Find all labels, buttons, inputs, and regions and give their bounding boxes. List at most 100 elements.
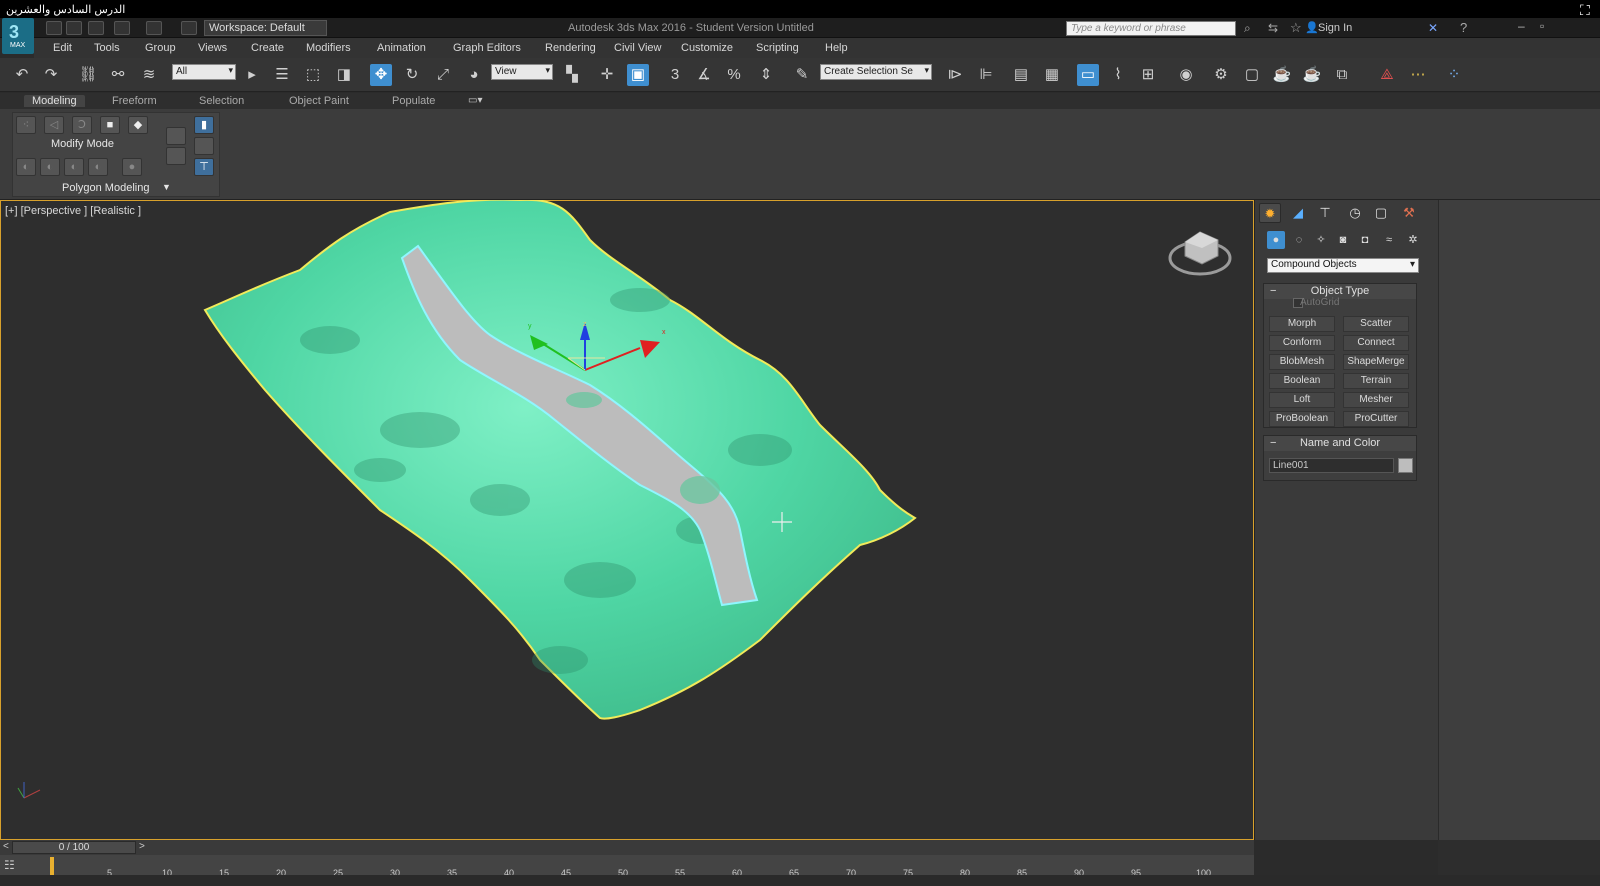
time-slider-prev[interactable]: < bbox=[3, 841, 9, 852]
reference-coordinate-dropdown[interactable]: View bbox=[491, 64, 553, 80]
polygon-modeling-dropdown[interactable]: Polygon Modeling bbox=[62, 182, 149, 194]
edge-icon[interactable]: ◁ bbox=[44, 116, 64, 134]
menu-animation[interactable]: Animation bbox=[377, 42, 426, 54]
modify-mode-toggle-icon[interactable]: ▮ bbox=[194, 116, 214, 134]
menu-scripting[interactable]: Scripting bbox=[756, 42, 799, 54]
element-icon[interactable]: ◆ bbox=[128, 116, 148, 134]
space-warps-category-icon[interactable]: ≈ bbox=[1380, 231, 1398, 249]
utilities-panel-icon[interactable]: ⚒ bbox=[1398, 203, 1420, 223]
select-move-icon[interactable]: ✥ bbox=[370, 64, 392, 86]
helpers-category-icon[interactable]: ◘ bbox=[1356, 231, 1374, 249]
tab-freeform[interactable]: Freeform bbox=[112, 95, 157, 107]
terrain-button[interactable]: Terrain bbox=[1343, 373, 1409, 389]
percent-snap-icon[interactable]: % bbox=[723, 64, 745, 86]
viewport-label[interactable]: [+] [Perspective ] [Realistic ] bbox=[5, 205, 141, 217]
create-panel-icon[interactable]: ✹ bbox=[1259, 203, 1281, 223]
menu-graph-editors[interactable]: Graph Editors bbox=[453, 42, 521, 54]
ribbon-tool-4[interactable]: ◐ bbox=[88, 158, 108, 176]
named-selection-dropdown[interactable]: Create Selection Se bbox=[820, 64, 932, 80]
tab-object-paint[interactable]: Object Paint bbox=[289, 95, 349, 107]
select-scale-icon[interactable]: ⤢ bbox=[432, 64, 454, 86]
layer-explorer-icon[interactable]: ▤ bbox=[1010, 64, 1032, 86]
help-icon[interactable]: ? bbox=[1460, 20, 1467, 35]
ribbon-tool-3[interactable]: ◐ bbox=[64, 158, 84, 176]
proboolean-button[interactable]: ProBoolean bbox=[1269, 411, 1335, 427]
particle-view-icon[interactable]: ⁘ bbox=[1443, 64, 1465, 86]
terrain-mesh[interactable] bbox=[203, 200, 917, 720]
pivot-center-icon[interactable]: ▚ bbox=[561, 64, 583, 86]
favorites-icon[interactable]: ☆ bbox=[1290, 20, 1302, 36]
window-crossing-icon[interactable]: ◨ bbox=[333, 64, 355, 86]
rendered-frame-window-icon[interactable]: ▢ bbox=[1241, 64, 1263, 86]
motion-panel-icon[interactable]: ◷ bbox=[1344, 203, 1366, 223]
ribbon-tool-5[interactable]: ● bbox=[122, 158, 142, 176]
boolean-button[interactable]: Boolean bbox=[1269, 373, 1335, 389]
mini-curve-editor-icon[interactable]: ☷ bbox=[4, 858, 30, 872]
category-dropdown[interactable]: Compound Objects bbox=[1267, 258, 1419, 273]
menu-group[interactable]: Group bbox=[145, 42, 176, 54]
select-manipulate-icon[interactable]: ✛ bbox=[596, 64, 618, 86]
snaps-toggle-icon[interactable]: 3 bbox=[664, 64, 686, 86]
render-setup-icon[interactable]: ⚙ bbox=[1210, 64, 1232, 86]
select-rotate-icon[interactable]: ↻ bbox=[401, 64, 423, 86]
civil-view-tools-icon[interactable]: ⋯ bbox=[1407, 64, 1429, 86]
minimize-icon[interactable]: ‒ bbox=[1518, 19, 1525, 33]
morph-button[interactable]: Morph bbox=[1269, 316, 1335, 332]
tab-selection[interactable]: Selection bbox=[199, 95, 244, 107]
search-input[interactable]: Type a keyword or phrase bbox=[1066, 21, 1236, 36]
loft-button[interactable]: Loft bbox=[1269, 392, 1335, 408]
procutter-button[interactable]: ProCutter bbox=[1343, 411, 1409, 427]
communication-icon[interactable]: ⇆ bbox=[1268, 21, 1278, 35]
workspace-dropdown[interactable]: Workspace: Default bbox=[204, 20, 327, 36]
mirror-icon[interactable]: ⧐ bbox=[944, 64, 966, 86]
save-file-icon[interactable] bbox=[88, 21, 104, 35]
menu-create[interactable]: Create bbox=[251, 42, 284, 54]
undo-icon[interactable]: ↶ bbox=[11, 64, 33, 86]
select-by-name-icon[interactable]: ☰ bbox=[271, 64, 293, 86]
menu-modifiers[interactable]: Modifiers bbox=[306, 42, 351, 54]
ribbon-aux-button-1[interactable] bbox=[166, 127, 186, 145]
select-object-icon[interactable]: ▸ bbox=[241, 64, 263, 86]
bind-space-warp-icon[interactable]: ≋ bbox=[138, 64, 160, 86]
tab-populate[interactable]: Populate bbox=[392, 95, 435, 107]
border-icon[interactable]: Ↄ bbox=[72, 116, 92, 134]
menu-views[interactable]: Views bbox=[198, 42, 227, 54]
ribbon-toggle-icon[interactable]: ▭ bbox=[1077, 64, 1099, 86]
fullscreen-icon[interactable]: ⛶ bbox=[1580, 2, 1590, 19]
shapemerge-button[interactable]: ShapeMerge bbox=[1343, 354, 1409, 370]
time-slider[interactable]: 0 / 100 bbox=[12, 841, 136, 854]
viewcube-icon[interactable] bbox=[1168, 231, 1232, 276]
render-production-icon[interactable]: ☕ bbox=[1271, 64, 1293, 86]
lights-category-icon[interactable]: ✧ bbox=[1312, 231, 1330, 249]
curve-editor-icon[interactable]: ⌇ bbox=[1107, 64, 1129, 86]
modify-panel-icon[interactable]: ◢ bbox=[1287, 203, 1309, 223]
mesher-button[interactable]: Mesher bbox=[1343, 392, 1409, 408]
render-iterative-icon[interactable]: ☕ bbox=[1301, 64, 1323, 86]
shapes-category-icon[interactable]: ◌ bbox=[1290, 231, 1308, 249]
new-file-icon[interactable] bbox=[46, 21, 62, 35]
display-panel-icon[interactable]: ▢ bbox=[1370, 203, 1392, 223]
polygon-icon[interactable]: ■ bbox=[100, 116, 120, 134]
ribbon-tool-2[interactable]: ◐ bbox=[40, 158, 60, 176]
project-folder-icon[interactable] bbox=[181, 21, 197, 35]
rectangular-selection-icon[interactable]: ⬚ bbox=[302, 64, 324, 86]
tab-modeling[interactable]: Modeling bbox=[24, 95, 85, 107]
open-file-icon[interactable] bbox=[66, 21, 82, 35]
scatter-button[interactable]: Scatter bbox=[1343, 316, 1409, 332]
spinner-snap-icon[interactable]: ⇕ bbox=[755, 64, 777, 86]
keyboard-shortcut-override-icon[interactable]: ▣ bbox=[627, 64, 649, 86]
selection-filter-dropdown[interactable]: All bbox=[172, 64, 236, 80]
angle-snap-icon[interactable]: ∡ bbox=[693, 64, 715, 86]
binoculars-icon[interactable]: ⌕ bbox=[1244, 21, 1251, 36]
civil-view-icon[interactable]: ⟁ bbox=[1376, 64, 1398, 86]
ribbon-aux-button-3[interactable] bbox=[194, 137, 214, 155]
geometry-category-icon[interactable]: ● bbox=[1267, 231, 1285, 249]
use-selection-icon[interactable]: ⊤ bbox=[194, 158, 214, 176]
scene-explorer-icon[interactable]: ▦ bbox=[1041, 64, 1063, 86]
object-name-field[interactable]: Line001 bbox=[1269, 458, 1394, 473]
place-icon[interactable]: ◕ bbox=[463, 64, 485, 86]
align-icon[interactable]: ⊫ bbox=[975, 64, 997, 86]
undo-quick-icon[interactable] bbox=[114, 21, 130, 35]
menu-rendering[interactable]: Rendering bbox=[545, 42, 596, 54]
connect-button[interactable]: Connect bbox=[1343, 335, 1409, 351]
